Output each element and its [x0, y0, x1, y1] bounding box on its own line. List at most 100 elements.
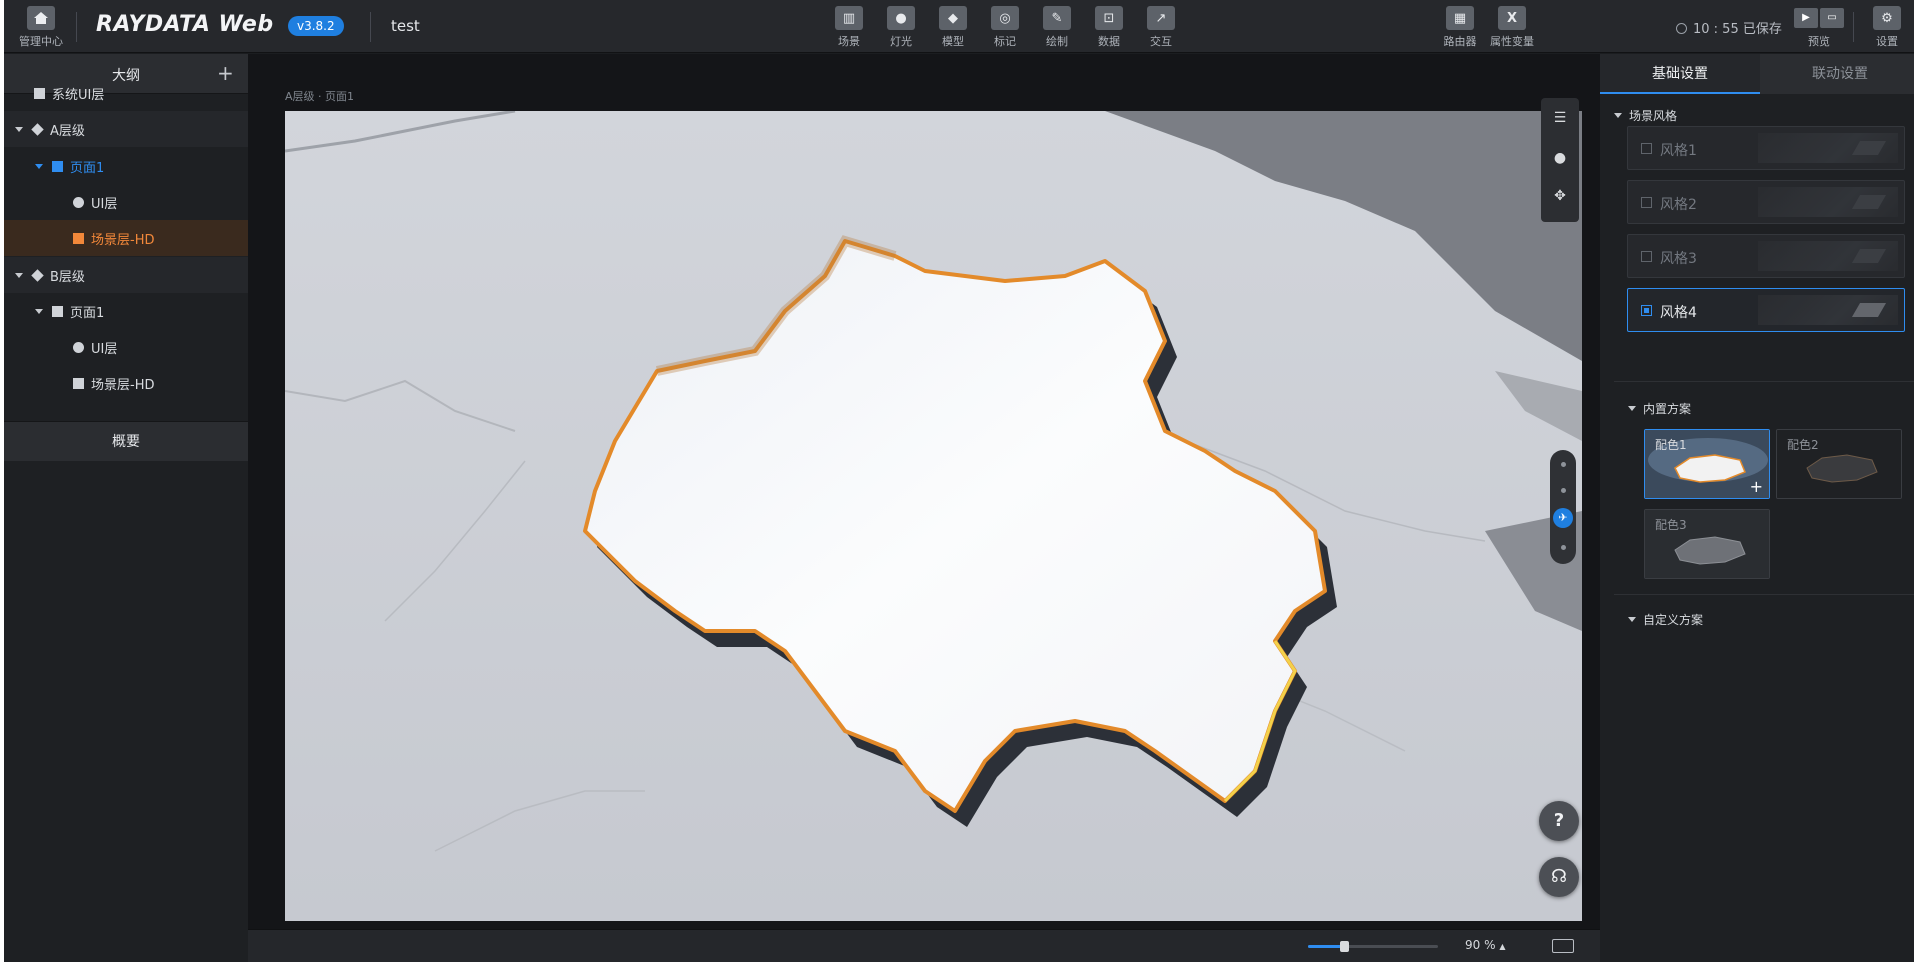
tree-item-page-selected[interactable]: 页面1: [4, 148, 248, 184]
support-headset-button[interactable]: ☊: [1539, 857, 1579, 897]
gear-icon: ⚙: [1873, 6, 1901, 30]
toolbar-divider: [370, 12, 371, 42]
tree-item-page[interactable]: 页面1: [4, 293, 248, 329]
tool-label: 交互: [1150, 35, 1172, 48]
light-icon: ●: [887, 6, 915, 30]
zoom-readout[interactable]: 90 % ▲: [1465, 938, 1505, 952]
caret-down-icon[interactable]: [15, 126, 23, 132]
color-scheme-label: 配色3: [1655, 518, 1687, 532]
summary-header[interactable]: 概要: [4, 421, 248, 461]
preview-button[interactable]: ▶ ▭ 预览: [1790, 6, 1848, 49]
tree-item-label: UI层: [91, 341, 118, 357]
view-stop[interactable]: [1561, 462, 1566, 467]
style-option-label: 风格3: [1660, 251, 1697, 267]
tool-button-data[interactable]: ⊡ 数据: [1086, 6, 1132, 49]
scene-viewport[interactable]: [285, 111, 1582, 921]
version-badge: v3.8.2: [288, 16, 344, 36]
style-checkbox[interactable]: [1641, 305, 1652, 316]
tree-item-scene[interactable]: 场景层-HD: [4, 365, 248, 401]
tool-button-scene[interactable]: ▥ 场景: [826, 6, 872, 49]
style-option-2[interactable]: 风格2: [1627, 180, 1905, 224]
outline-panel: 大纲 + 系统UI层 A层级 页面1 UI层 场景层-HD B层级 页面1 UI层 场景层-HD…: [4, 54, 248, 962]
tree-item-ui[interactable]: UI层: [4, 184, 248, 220]
color-scheme-2[interactable]: 配色2: [1776, 429, 1902, 499]
app-logo: RAYDATA Web: [96, 12, 274, 37]
tree-item-label: 页面1: [70, 160, 105, 176]
style-preview-thumbnail: [1758, 187, 1898, 217]
tool-button-model[interactable]: ◆ 模型: [930, 6, 976, 49]
screen-preview-icon: ▭: [1820, 8, 1844, 28]
project-name[interactable]: test: [391, 17, 420, 35]
router-button[interactable]: ▦ 路由器: [1437, 6, 1483, 49]
zoom-slider[interactable]: [1308, 941, 1438, 952]
model-icon: ◆: [939, 6, 967, 30]
tree-item-label: UI层: [91, 196, 118, 212]
view-stop[interactable]: [1561, 488, 1566, 493]
caret-down-icon[interactable]: [15, 272, 23, 278]
color-scheme-label: 配色2: [1787, 438, 1819, 452]
active-view-icon[interactable]: ✈: [1553, 508, 1573, 528]
map-scene: [285, 111, 1582, 921]
breadcrumb: A层级 · 页面1: [285, 90, 355, 103]
management-center-button[interactable]: 管理中心: [16, 6, 66, 49]
apps-icon[interactable]: ✥: [1550, 186, 1570, 206]
style-preview-thumbnail: [1758, 133, 1898, 163]
style-option-label: 风格1: [1660, 143, 1697, 159]
style-option-4[interactable]: 风格4: [1627, 288, 1905, 332]
caret-down-icon: [1628, 406, 1636, 411]
tool-button-marker[interactable]: ◎ 标记: [982, 6, 1028, 49]
tree-item-group[interactable]: B层级: [4, 257, 248, 293]
zoom-caret-icon: ▲: [1499, 942, 1506, 951]
zoom-value-text: 90 %: [1465, 938, 1496, 952]
style-checkbox[interactable]: [1641, 143, 1652, 154]
tool-button-light[interactable]: ● 灯光: [878, 6, 924, 49]
tree-item-label: 场景层-HD: [91, 232, 155, 248]
view-stop[interactable]: [1561, 545, 1566, 550]
style-option-3[interactable]: 风格3: [1627, 234, 1905, 278]
sliders-icon[interactable]: ☰: [1550, 108, 1570, 128]
tree-item-label: 系统UI层: [52, 87, 105, 103]
preview-label: 预览: [1808, 35, 1830, 48]
section-divider: [1614, 594, 1914, 595]
toolbar-divider: [1853, 12, 1854, 42]
tree-item-system[interactable]: 系统UI层: [4, 75, 248, 111]
style-checkbox[interactable]: [1641, 251, 1652, 262]
router-label: 路由器: [1443, 35, 1477, 48]
tool-label: 场景: [838, 35, 860, 48]
caret-down-icon: [1628, 617, 1636, 622]
caret-down-icon[interactable]: [35, 308, 43, 314]
layers-icon: [31, 122, 44, 136]
style-option-1[interactable]: 风格1: [1627, 126, 1905, 170]
tree-item-ui[interactable]: UI层: [4, 329, 248, 365]
help-button[interactable]: ?: [1539, 801, 1579, 841]
tree-item-label: B层级: [50, 269, 85, 285]
home-icon: [27, 6, 55, 30]
top-toolbar: 管理中心 RAYDATA Web v3.8.2 test ▦ 路由器 X 属性变…: [4, 0, 1914, 53]
variables-button[interactable]: X 属性变量: [1489, 6, 1535, 49]
builtin-scheme-section[interactable]: 内置方案: [1628, 400, 1691, 417]
camera-view-slider[interactable]: ✈: [1550, 450, 1576, 564]
tab-linkage-settings[interactable]: 联动设置: [1760, 54, 1920, 94]
style-checkbox[interactable]: [1641, 197, 1652, 208]
custom-scheme-section[interactable]: 自定义方案: [1628, 611, 1703, 628]
keyboard-icon[interactable]: [1552, 939, 1574, 953]
add-icon[interactable]: +: [1750, 477, 1763, 496]
zoom-slider-handle[interactable]: [1339, 941, 1349, 952]
style-preview-thumbnail: [1758, 241, 1898, 271]
ui-layer-icon: [73, 196, 84, 208]
style-option-label: 风格2: [1660, 197, 1697, 213]
page-icon: [52, 160, 63, 172]
tree-item-group[interactable]: A层级: [4, 111, 248, 147]
tool-button-interaction[interactable]: ↗ 交互: [1138, 6, 1184, 49]
settings-button[interactable]: ⚙ 设置: [1864, 6, 1910, 49]
color-scheme-3[interactable]: 配色3: [1644, 509, 1770, 579]
tab-basic-settings[interactable]: 基础设置: [1600, 54, 1760, 94]
color-scheme-1[interactable]: 配色1 +: [1644, 429, 1770, 499]
tool-button-draw[interactable]: ✎ 绘制: [1034, 6, 1080, 49]
tree-item-scene-selected[interactable]: 场景层-HD: [4, 220, 248, 256]
user-icon[interactable]: ●: [1550, 148, 1570, 168]
scene-style-section[interactable]: 场景风格: [1614, 107, 1677, 124]
caret-down-icon[interactable]: [35, 163, 43, 169]
tool-label: 标记: [994, 35, 1016, 48]
data-icon: ⊡: [1095, 6, 1123, 30]
